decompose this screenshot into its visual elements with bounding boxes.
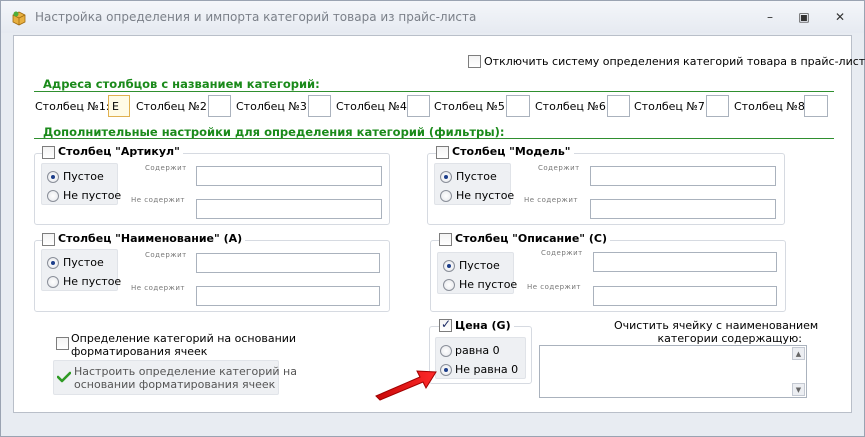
- name-radio-panel: Пустое Не пустое: [41, 249, 122, 291]
- filters-divider: [34, 138, 834, 139]
- name-not-contains-input[interactable]: [196, 286, 380, 306]
- description-not-empty-radio[interactable]: [443, 279, 455, 291]
- disable-system-label: Отключить систему определения категорий …: [484, 55, 865, 68]
- column-2-input[interactable]: [208, 95, 231, 117]
- description-contains-label: Содержит: [541, 249, 583, 257]
- description-title: Столбец "Описание" (C): [452, 232, 610, 245]
- column-7-label: Столбец №7:: [634, 100, 709, 113]
- description-empty-label: Пустое: [459, 259, 500, 272]
- description-not-empty-label: Не пустое: [459, 278, 518, 291]
- article-radio-panel: Пустое Не пустое: [41, 163, 122, 205]
- article-title: Столбец "Артикул": [55, 145, 183, 158]
- column-7-input[interactable]: [706, 95, 729, 117]
- column-6-label: Столбец №6:: [535, 100, 610, 113]
- column-1-input[interactable]: E: [108, 95, 130, 117]
- model-not-contains-input[interactable]: [590, 199, 776, 219]
- pointer-arrow-icon: [375, 370, 437, 401]
- minimize-button[interactable]: –: [760, 9, 780, 25]
- name-group: Пустое Не пустое Содержит Не содержит: [34, 240, 390, 312]
- description-contains-input[interactable]: [593, 252, 777, 272]
- model-checkbox[interactable]: [436, 146, 449, 159]
- column-4-input[interactable]: [407, 95, 430, 117]
- price-title: Цена (G): [452, 319, 514, 332]
- column-8-label: Столбец №8:: [734, 100, 809, 113]
- model-group: Пустое Не пустое Содержит Не содержит: [427, 153, 785, 225]
- price-radio-panel: равна 0 Не равна 0: [435, 337, 526, 379]
- title-bar[interactable]: Настройка определения и импорта категори…: [1, 1, 864, 33]
- checkmark-icon: [57, 371, 71, 383]
- model-title: Столбец "Модель": [449, 145, 574, 158]
- article-empty-radio[interactable]: [47, 171, 59, 183]
- configure-formatting-button[interactable]: Настроить определение категорий на основ…: [53, 360, 297, 395]
- close-button[interactable]: ✕: [830, 9, 850, 25]
- name-contains-label: Содержит: [145, 251, 187, 259]
- article-not-empty-radio[interactable]: [47, 190, 59, 202]
- price-equal-zero-label: равна 0: [455, 344, 500, 357]
- clear-cell-label-line2: категории содержащую:: [657, 332, 802, 345]
- model-contains-label: Содержит: [538, 164, 580, 172]
- description-group: Пустое Не пустое Содержит Не содержит: [430, 240, 786, 312]
- name-not-contains-label: Не содержит: [131, 284, 185, 292]
- formatting-checkbox[interactable]: [56, 337, 69, 350]
- description-not-contains-input[interactable]: [593, 286, 777, 306]
- model-not-contains-label: Не содержит: [524, 196, 578, 204]
- filters-heading: Дополнительные настройки для определения…: [43, 125, 505, 139]
- column-4-label: Столбец №4:: [336, 100, 411, 113]
- article-not-contains-input[interactable]: [196, 199, 382, 219]
- article-empty-label: Пустое: [63, 170, 104, 183]
- name-title: Столбец "Наименование" (A): [55, 232, 246, 245]
- formatting-label-line1: Определение категорий на основании: [71, 332, 297, 345]
- configure-formatting-line1: Настроить определение категорий на: [74, 365, 297, 378]
- columns-heading: Адреса столбцов с названием категорий:: [43, 77, 320, 91]
- price-equal-zero-radio[interactable]: [440, 345, 452, 357]
- name-checkbox[interactable]: [42, 233, 55, 246]
- model-empty-radio[interactable]: [440, 171, 452, 183]
- article-not-contains-label: Не содержит: [131, 196, 185, 204]
- description-not-contains-label: Не содержит: [527, 283, 581, 291]
- window-title: Настройка определения и импорта категори…: [35, 10, 477, 24]
- price-group: равна 0 Не равна 0: [429, 326, 532, 384]
- article-contains-label: Содержит: [145, 164, 187, 172]
- column-8-input[interactable]: [804, 95, 828, 117]
- description-radio-panel: Пустое Не пустое: [437, 252, 518, 294]
- description-empty-radio[interactable]: [443, 260, 455, 272]
- name-empty-radio[interactable]: [47, 257, 59, 269]
- client-area: Отключить систему определения категорий …: [13, 35, 865, 413]
- column-5-label: Столбец №5:: [434, 100, 509, 113]
- formatting-label-line2: форматирования ячеек: [71, 345, 208, 358]
- name-not-empty-label: Не пустое: [63, 275, 122, 288]
- configure-formatting-line2: основании форматирования ячеек: [74, 378, 276, 391]
- article-contains-input[interactable]: [196, 166, 382, 186]
- dialog-window: Настройка определения и импорта категори…: [0, 0, 865, 437]
- model-radio-panel: Пустое Не пустое: [434, 163, 515, 205]
- article-checkbox[interactable]: [42, 146, 55, 159]
- model-contains-input[interactable]: [590, 166, 776, 186]
- model-empty-label: Пустое: [456, 170, 497, 183]
- column-5-input[interactable]: [506, 95, 530, 117]
- price-not-equal-zero-label: Не равна 0: [455, 363, 519, 376]
- article-group: Пустое Не пустое Содержит Не содержит: [34, 153, 390, 225]
- description-checkbox[interactable]: [439, 233, 452, 246]
- name-not-empty-radio[interactable]: [47, 276, 59, 288]
- model-not-empty-label: Не пустое: [456, 189, 515, 202]
- app-icon: [12, 11, 26, 26]
- clear-cell-label-line1: Очистить ячейку с наименованием: [614, 319, 819, 332]
- clear-cell-textarea[interactable]: ▲ ▼: [539, 345, 807, 398]
- name-contains-input[interactable]: [196, 253, 380, 273]
- scroll-up-icon[interactable]: ▲: [792, 347, 805, 360]
- column-2-label: Столбец №2:: [136, 100, 211, 113]
- price-checkbox[interactable]: [439, 317, 452, 332]
- columns-divider: [34, 91, 834, 92]
- column-6-input[interactable]: [607, 95, 630, 117]
- model-not-empty-radio[interactable]: [440, 190, 452, 202]
- column-3-input[interactable]: [308, 95, 331, 117]
- column-3-label: Столбец №3:: [236, 100, 311, 113]
- name-empty-label: Пустое: [63, 256, 104, 269]
- column-1-label: Столбец №1:: [35, 100, 110, 113]
- disable-system-checkbox[interactable]: [468, 55, 481, 68]
- restore-button[interactable]: ▣: [794, 9, 814, 25]
- article-not-empty-label: Не пустое: [63, 189, 122, 202]
- scroll-down-icon[interactable]: ▼: [792, 383, 805, 396]
